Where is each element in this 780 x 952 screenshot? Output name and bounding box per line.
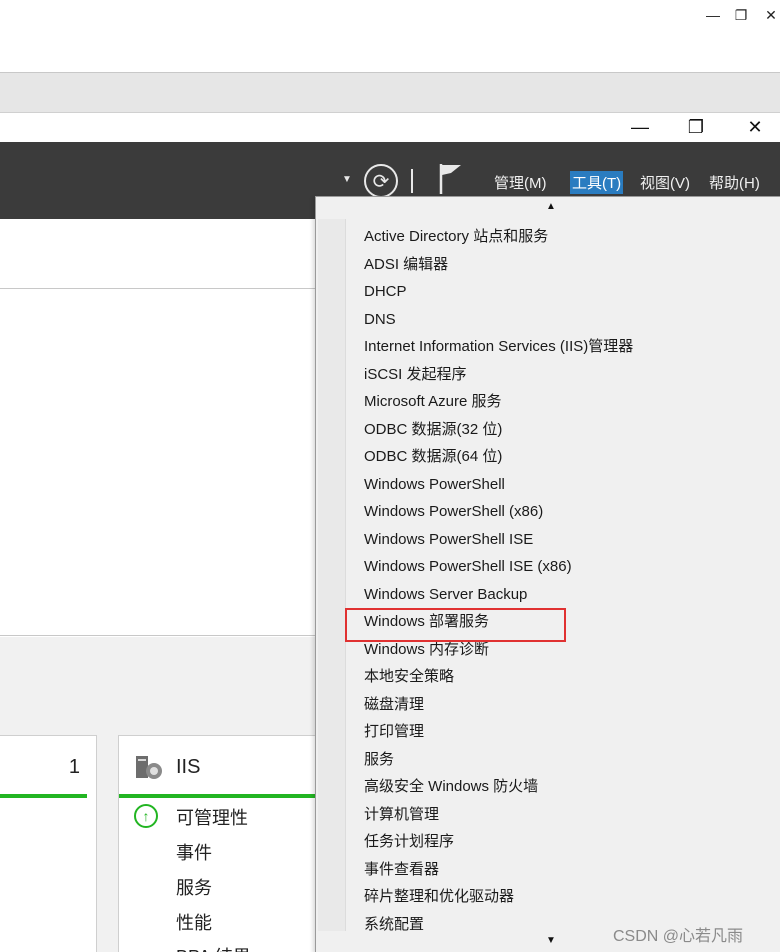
- close-button[interactable]: ✕: [735, 113, 775, 142]
- dashboard-welcome-panel: [0, 290, 316, 636]
- tile-row-manageability[interactable]: 可管理性: [176, 804, 248, 830]
- menu-item[interactable]: iSCSI 发起程序: [364, 366, 467, 384]
- menu-item[interactable]: 事件查看器: [364, 861, 439, 879]
- menu-item[interactable]: 磁盘清理: [364, 696, 424, 714]
- outer-toolbar-band: [0, 73, 780, 113]
- tile-row-events[interactable]: 事件: [176, 839, 212, 865]
- tile-row-bpa[interactable]: BPA 结果: [176, 943, 251, 952]
- menu-item[interactable]: Windows PowerShell (x86): [364, 503, 543, 521]
- menu-item[interactable]: 系统配置: [364, 916, 424, 934]
- menu-item[interactable]: 服务: [364, 751, 394, 769]
- outer-address-band: [0, 30, 780, 73]
- outer-close-button[interactable]: ✕: [756, 0, 780, 30]
- dashboard-header: [0, 219, 316, 289]
- menu-item[interactable]: Windows Server Backup: [364, 586, 527, 604]
- menu-tools[interactable]: 工具(T): [570, 171, 624, 194]
- server-group-tile[interactable]: 1: [0, 735, 97, 952]
- menu-item[interactable]: 碎片整理和优化驱动器: [364, 888, 514, 906]
- scroll-down-icon[interactable]: ▼: [546, 935, 556, 946]
- outer-restore-button[interactable]: ❐: [726, 0, 756, 30]
- minimize-button[interactable]: —: [620, 113, 660, 142]
- menu-item[interactable]: DHCP: [364, 283, 407, 301]
- menu-item[interactable]: ODBC 数据源(32 位): [364, 421, 502, 439]
- menu-item[interactable]: Windows PowerShell ISE (x86): [364, 558, 572, 576]
- menu-item[interactable]: 计算机管理: [364, 806, 439, 824]
- iis-status-bar: [119, 794, 315, 798]
- menu-item[interactable]: Active Directory 站点和服务: [364, 228, 548, 246]
- toolbar-divider: [411, 169, 413, 193]
- outer-minimize-button[interactable]: —: [698, 0, 728, 30]
- scroll-up-icon[interactable]: ▲: [546, 201, 556, 212]
- menu-item[interactable]: 任务计划程序: [364, 833, 454, 851]
- menu-help[interactable]: 帮助(H): [707, 171, 762, 194]
- server-role-icon: [136, 756, 162, 779]
- tools-dropdown-menu: ▲ Active Directory 站点和服务 ADSI 编辑器 DHCP D…: [315, 196, 780, 952]
- notifications-flag-icon[interactable]: [437, 162, 463, 194]
- outer-title-bar: — ❐ ✕: [0, 0, 780, 30]
- tile-status-bar: [0, 794, 87, 798]
- tile-server-count: 1: [68, 756, 80, 778]
- refresh-icon[interactable]: ⟳: [364, 164, 398, 198]
- iis-tile[interactable]: IIS ↑ 可管理性 事件 服务 性能 BPA 结果: [118, 735, 328, 952]
- watermark: CSDN @心若凡雨: [613, 928, 744, 945]
- menu-item[interactable]: Windows PowerShell ISE: [364, 531, 533, 549]
- menu-manage[interactable]: 管理(M): [492, 171, 549, 194]
- menu-item[interactable]: Microsoft Azure 服务: [364, 393, 502, 411]
- tile-row-performance[interactable]: 性能: [176, 909, 212, 935]
- menu-icon-strip: [318, 219, 346, 931]
- nav-dropdown-icon[interactable]: ▼: [342, 174, 352, 185]
- menu-item[interactable]: 高级安全 Windows 防火墙: [364, 778, 538, 796]
- iis-tile-title: IIS: [176, 756, 201, 778]
- tile-row-services[interactable]: 服务: [176, 874, 212, 900]
- menu-item[interactable]: Internet Information Services (IIS)管理器: [364, 338, 633, 356]
- menu-item[interactable]: ADSI 编辑器: [364, 256, 448, 274]
- menu-item[interactable]: ODBC 数据源(64 位): [364, 448, 502, 466]
- server-manager-title-bar: — ❐ ✕: [0, 113, 780, 142]
- menu-item[interactable]: Windows PowerShell: [364, 476, 505, 494]
- menu-item[interactable]: 本地安全策略: [364, 668, 454, 686]
- menu-item[interactable]: DNS: [364, 311, 396, 329]
- menu-item[interactable]: 打印管理: [364, 723, 424, 741]
- highlight-annotation-box: [345, 608, 566, 642]
- status-ok-icon: ↑: [134, 804, 158, 828]
- menu-item[interactable]: Windows 内存诊断: [364, 641, 489, 659]
- restore-button[interactable]: ❐: [676, 113, 716, 142]
- menu-view[interactable]: 视图(V): [638, 171, 692, 194]
